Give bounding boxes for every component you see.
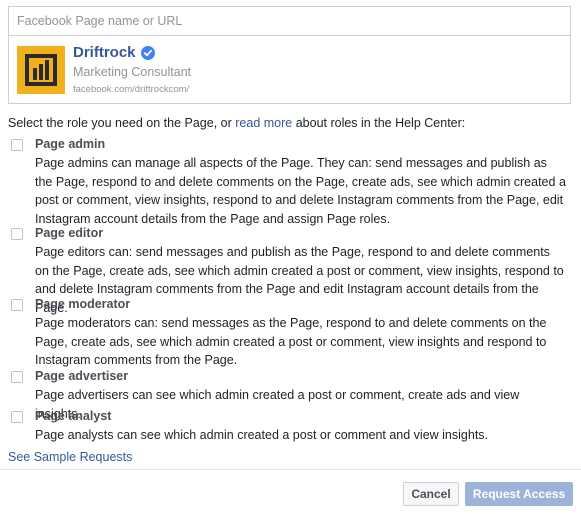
page-logo bbox=[17, 46, 65, 94]
request-access-button[interactable]: Request Access bbox=[465, 482, 573, 506]
role-title: Page admin bbox=[35, 137, 106, 151]
see-sample-requests-link[interactable]: See Sample Requests bbox=[8, 450, 132, 464]
role-description: Page analysts can see which admin create… bbox=[35, 428, 489, 442]
role-description: Page moderators can: send messages as th… bbox=[35, 316, 547, 367]
footer-divider bbox=[0, 469, 581, 470]
page-search-input[interactable]: Facebook Page name or URL bbox=[8, 6, 571, 35]
role-checkbox[interactable] bbox=[11, 299, 23, 311]
role-intro-text: Select the role you need on the Page, or… bbox=[8, 116, 465, 130]
role-checkbox[interactable] bbox=[11, 371, 23, 383]
role-title: Page moderator bbox=[35, 297, 131, 311]
role-checkbox[interactable] bbox=[11, 228, 23, 240]
page-category: Marketing Consultant bbox=[73, 65, 192, 79]
page-name[interactable]: Driftrock bbox=[73, 44, 155, 61]
role-title: Page editor bbox=[35, 226, 104, 240]
cancel-button[interactable]: Cancel bbox=[403, 482, 459, 506]
role-title: Page advertiser bbox=[35, 369, 129, 383]
intro-text-after: about roles in the Help Center: bbox=[292, 116, 466, 130]
role-title: Page analyst bbox=[35, 409, 112, 423]
selected-page-card: Driftrock Marketing Consultant facebook.… bbox=[8, 35, 571, 104]
intro-text-before: Select the role you need on the Page, or bbox=[8, 116, 236, 130]
role-description: Page advertisers can see which admin cre… bbox=[35, 388, 520, 421]
read-more-link[interactable]: read more bbox=[235, 116, 292, 130]
verified-badge-icon bbox=[140, 45, 155, 60]
page-search-placeholder: Facebook Page name or URL bbox=[17, 14, 183, 28]
role-description: Page admins can manage all aspects of th… bbox=[35, 156, 566, 226]
role-checkbox[interactable] bbox=[11, 411, 23, 423]
page-name-text: Driftrock bbox=[73, 44, 136, 61]
role-checkbox[interactable] bbox=[11, 139, 23, 151]
page-url: facebook.com/driftrockcom/ bbox=[73, 84, 190, 95]
